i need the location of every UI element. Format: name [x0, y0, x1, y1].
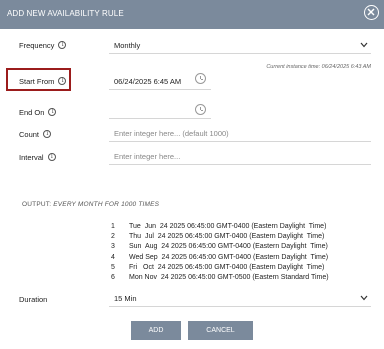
dialog-header: ADD NEW AVAILABILITY RULE: [0, 0, 384, 29]
list-item: 6 Mon Nov 24 2025 06:45:00 GMT-0500 (East…: [111, 274, 329, 282]
output-text: EVERY MONTH FOR 1000 TIMES: [53, 201, 160, 208]
chevron-down-icon: [360, 42, 368, 48]
output-summary: OUTPUT: EVERY MONTH FOR 1000 TIMES: [22, 201, 160, 208]
list-item: 2 Thu Jul 24 2025 06:45:00 GMT-0400 (East…: [111, 233, 325, 241]
frequency-value: Monthly: [114, 41, 141, 50]
info-icon: [48, 108, 57, 117]
info-icon: [58, 77, 67, 86]
duration-select[interactable]: 15 Min: [109, 291, 371, 307]
interval-input[interactable]: Enter integer here...: [109, 149, 371, 165]
occurrence-list: 1 Tue Jun 24 2025 06:45:00 GMT-0400 (East…: [111, 222, 329, 283]
count-placeholder: Enter integer here... (default 1000): [114, 129, 229, 138]
dialog-title: ADD NEW AVAILABILITY RULE: [7, 9, 124, 18]
list-item: 5 Fri Oct 24 2025 06:45:00 GMT-0400 (East…: [111, 263, 325, 271]
start-from-label: Start From: [19, 77, 67, 86]
count-input[interactable]: Enter integer here... (default 1000): [109, 126, 371, 142]
duration-label: Duration: [19, 295, 48, 304]
clock-icon[interactable]: [195, 104, 206, 115]
duration-value: 15 Min: [114, 294, 137, 303]
clock-icon[interactable]: [195, 73, 206, 84]
info-icon: [58, 41, 67, 50]
interval-label: Interval: [19, 153, 56, 162]
frequency-select[interactable]: Monthly: [109, 38, 371, 54]
frequency-label: Frequency: [19, 41, 67, 50]
list-item: 4 Wed Sep 24 2025 06:45:00 GMT-0400 (East…: [111, 253, 329, 261]
info-icon: [43, 130, 52, 139]
count-label: Count: [19, 130, 52, 139]
end-on-label: End On: [19, 108, 57, 117]
instance-time-hint: Current instance time: 06/24/2025 6:43 A…: [266, 64, 371, 70]
chevron-down-icon: [360, 295, 368, 301]
start-from-value: 06/24/2025 6:45 AM: [114, 77, 182, 86]
add-button[interactable]: ADD: [131, 321, 181, 340]
close-icon[interactable]: [364, 5, 379, 20]
list-item: 1 Tue Jun 24 2025 06:45:00 GMT-0400 (East…: [111, 223, 327, 230]
info-icon: [47, 153, 56, 162]
cancel-button[interactable]: CANCEL: [188, 321, 253, 340]
list-item: 3 Sun Aug 24 2025 06:45:00 GMT-0400 (East…: [111, 243, 328, 251]
interval-placeholder: Enter integer here...: [114, 152, 181, 161]
